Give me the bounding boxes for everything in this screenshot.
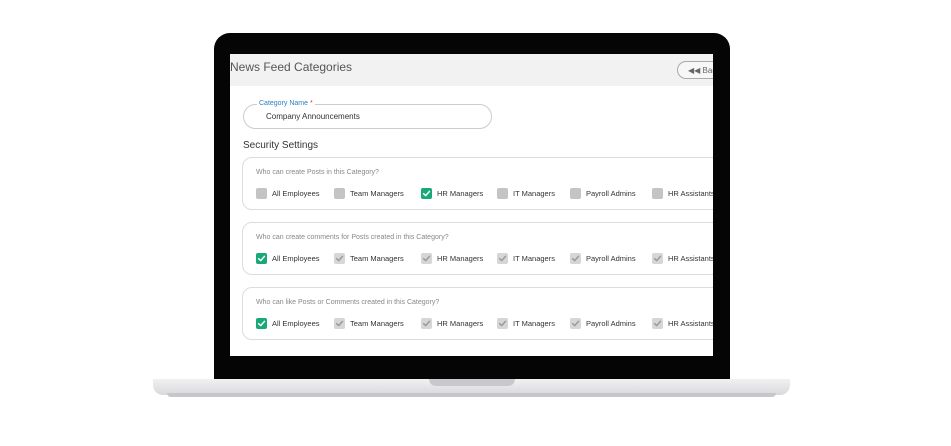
- required-mark: *: [310, 100, 313, 107]
- checkbox-team-managers[interactable]: Team Managers: [334, 188, 404, 199]
- checkbox-it-managers[interactable]: IT Managers: [497, 318, 555, 329]
- checkbox-it-managers[interactable]: IT Managers: [497, 188, 555, 199]
- checkmark-icon: [421, 188, 432, 199]
- checkmark-icon: [421, 253, 432, 264]
- checkbox-label: Payroll Admins: [586, 189, 636, 198]
- checkbox-label: All Employees: [272, 189, 320, 198]
- checkbox-team-managers[interactable]: Team Managers: [334, 318, 404, 329]
- checkmark-icon: [497, 318, 508, 329]
- app-screen: News Feed Categories ◀◀ Back Company Ann…: [230, 54, 713, 356]
- permission-question: Who can create Posts in this Category?: [256, 169, 379, 176]
- checkbox-empty-icon: [334, 188, 345, 199]
- checkbox-all-employees[interactable]: All Employees: [256, 318, 320, 329]
- checkbox-hr-managers[interactable]: HR Managers: [421, 188, 483, 199]
- checkbox-team-managers[interactable]: Team Managers: [334, 253, 404, 264]
- checkmark-icon: [652, 253, 663, 264]
- checkbox-label: HR Managers: [437, 254, 484, 263]
- checkmark-icon: [334, 253, 345, 264]
- checkbox-label: HR Managers: [437, 319, 484, 328]
- checkbox-label: IT Managers: [513, 189, 555, 198]
- category-name-value: Company Announcements: [266, 112, 360, 121]
- like-permissions-card: Who can like Posts or Comments created i…: [242, 287, 713, 340]
- checkbox-label: Payroll Admins: [586, 319, 636, 328]
- permission-question: Who can create comments for Posts create…: [256, 234, 449, 241]
- checkmark-icon: [652, 318, 663, 329]
- checkbox-label: HR Managers: [437, 189, 484, 198]
- checkmark-icon: [497, 253, 508, 264]
- checkbox-payroll-admins[interactable]: Payroll Admins: [570, 253, 636, 264]
- create-posts-permissions-card: Who can create Posts in this Category? Al…: [242, 157, 713, 210]
- checkmark-icon: [570, 318, 581, 329]
- checkbox-empty-icon: [652, 188, 663, 199]
- checkmark-icon: [421, 318, 432, 329]
- checkbox-label: HR Assistants: [668, 319, 713, 328]
- create-comments-permissions-card: Who can create comments for Posts create…: [242, 222, 713, 275]
- checkbox-label: All Employees: [272, 254, 320, 263]
- category-name-label: Category Name *: [257, 100, 315, 107]
- back-button-label: Back: [702, 66, 713, 75]
- double-chevron-left-icon: ◀◀: [688, 66, 701, 75]
- checkbox-label: Team Managers: [350, 319, 404, 328]
- checkmark-icon: [256, 318, 267, 329]
- security-settings-title: Security Settings: [243, 140, 319, 151]
- checkbox-hr-assistants[interactable]: HR Assistants: [652, 253, 713, 264]
- checkbox-hr-assistants[interactable]: HR Assistants: [652, 318, 713, 329]
- checkbox-label: IT Managers: [513, 254, 555, 263]
- checkbox-empty-icon: [256, 188, 267, 199]
- checkmark-icon: [256, 253, 267, 264]
- category-name-input[interactable]: Company Announcements: [243, 104, 492, 129]
- checkbox-hr-managers[interactable]: HR Managers: [421, 253, 483, 264]
- checkbox-label: HR Assistants: [668, 254, 713, 263]
- checkbox-label: Team Managers: [350, 254, 404, 263]
- checkbox-label: Team Managers: [350, 189, 404, 198]
- laptop-base-shadow: [167, 393, 776, 397]
- checkbox-payroll-admins[interactable]: Payroll Admins: [570, 318, 636, 329]
- checkbox-label: HR Assistants: [668, 189, 713, 198]
- back-button[interactable]: ◀◀ Back: [677, 61, 713, 79]
- checkmark-icon: [570, 253, 581, 264]
- checkbox-label: IT Managers: [513, 319, 555, 328]
- checkbox-all-employees[interactable]: All Employees: [256, 188, 320, 199]
- checkbox-payroll-admins[interactable]: Payroll Admins: [570, 188, 636, 199]
- checkmark-icon: [334, 318, 345, 329]
- checkbox-it-managers[interactable]: IT Managers: [497, 253, 555, 264]
- page-header: News Feed Categories ◀◀ Back: [230, 54, 713, 86]
- laptop-notch: [429, 379, 515, 386]
- checkbox-hr-assistants[interactable]: HR Assistants: [652, 188, 713, 199]
- permission-question: Who can like Posts or Comments created i…: [256, 299, 440, 306]
- checkbox-label: Payroll Admins: [586, 254, 636, 263]
- checkbox-all-employees[interactable]: All Employees: [256, 253, 320, 264]
- page-title: News Feed Categories: [230, 60, 353, 74]
- checkbox-empty-icon: [497, 188, 508, 199]
- checkbox-label: All Employees: [272, 319, 320, 328]
- checkbox-hr-managers[interactable]: HR Managers: [421, 318, 483, 329]
- checkbox-empty-icon: [570, 188, 581, 199]
